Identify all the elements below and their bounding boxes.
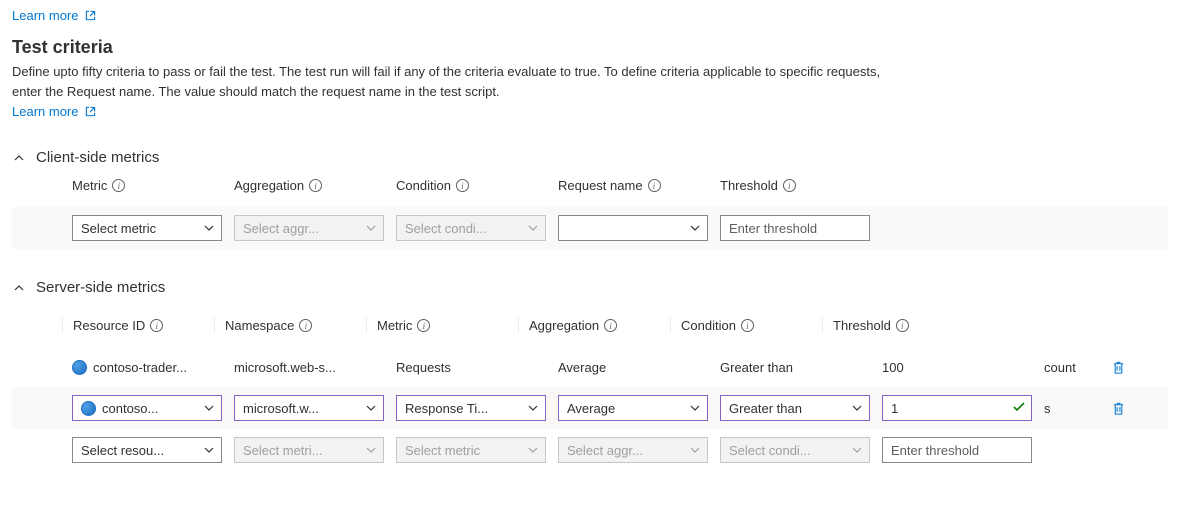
delete-button[interactable] (1111, 360, 1126, 375)
chevron-down-icon (203, 444, 215, 456)
info-icon[interactable]: i (896, 319, 909, 332)
resource-id-value: contoso-trader... (93, 360, 187, 375)
learn-more-link-top[interactable]: Learn more (12, 8, 96, 23)
namespace-select[interactable]: microsoft.w... (234, 395, 384, 421)
learn-more-label: Learn more (12, 8, 78, 23)
info-icon[interactable]: i (299, 319, 312, 332)
info-icon[interactable]: i (112, 179, 125, 192)
condition-value: Greater than (720, 360, 793, 375)
select-value: Select metric (81, 221, 156, 236)
aggregation-select[interactable]: Average (558, 395, 708, 421)
select-value: microsoft.w... (243, 401, 319, 416)
info-icon[interactable]: i (783, 179, 796, 192)
external-link-icon (85, 106, 96, 117)
resource-icon (81, 401, 96, 416)
info-icon[interactable]: i (741, 319, 754, 332)
select-placeholder: Select condi... (729, 443, 811, 458)
metric-value: Requests (396, 360, 451, 375)
select-value: Greater than (729, 401, 802, 416)
section-title: Server-side metrics (36, 279, 165, 296)
chevron-down-icon (851, 444, 863, 456)
namespace-value: microsoft.web-s... (234, 360, 336, 375)
chevron-down-icon (203, 222, 215, 234)
chevron-down-icon (689, 402, 701, 414)
chevron-down-icon (851, 402, 863, 414)
select-value: Average (567, 401, 615, 416)
col-header-aggregation: Aggregationi (234, 178, 322, 193)
info-icon[interactable]: i (309, 179, 322, 192)
resource-icon (72, 360, 87, 375)
metric-select[interactable]: Select metric (396, 437, 546, 463)
col-header-metric: Metrici (377, 318, 430, 333)
select-placeholder: Select condi... (405, 221, 487, 236)
page-title: Test criteria (12, 37, 1168, 58)
threshold-input[interactable] (720, 215, 870, 241)
learn-more-link-desc[interactable]: Learn more (12, 104, 96, 119)
col-header-metric: Metrici (72, 178, 125, 193)
namespace-select[interactable]: Select metri... (234, 437, 384, 463)
info-icon[interactable]: i (456, 179, 469, 192)
col-header-request-name: Request namei (558, 178, 661, 193)
select-value: contoso... (102, 401, 158, 416)
aggregation-value: Average (558, 360, 606, 375)
col-header-resource-id: Resource IDi (73, 318, 163, 333)
select-placeholder: Select metri... (243, 443, 322, 458)
chevron-up-icon (12, 151, 26, 165)
threshold-input[interactable] (882, 395, 1032, 421)
info-icon[interactable]: i (417, 319, 430, 332)
unit-value: s (1044, 401, 1051, 416)
condition-select[interactable]: Select condi... (396, 215, 546, 241)
col-header-condition: Conditioni (396, 178, 469, 193)
metric-select[interactable]: Select metric (72, 215, 222, 241)
col-header-namespace: Namespacei (225, 318, 312, 333)
unit-value: count (1044, 360, 1076, 375)
table-row: Select resou... Select metri... Select m… (12, 437, 1168, 463)
select-value: Response Ti... (405, 401, 488, 416)
client-metrics-toggle[interactable]: Client-side metrics (12, 149, 1168, 166)
table-row: contoso-trader... microsoft.web-s... Req… (12, 347, 1168, 387)
external-link-icon (85, 10, 96, 21)
col-header-aggregation: Aggregationi (529, 318, 617, 333)
condition-select[interactable]: Select condi... (720, 437, 870, 463)
section-title: Client-side metrics (36, 149, 159, 166)
select-placeholder: Select metric (405, 443, 480, 458)
chevron-down-icon (689, 444, 701, 456)
col-header-threshold: Thresholdi (720, 178, 796, 193)
select-placeholder: Select resou... (81, 443, 164, 458)
server-metrics-toggle[interactable]: Server-side metrics (12, 279, 1168, 296)
resource-select[interactable]: contoso... (72, 395, 222, 421)
threshold-value: 100 (882, 360, 904, 375)
chevron-down-icon (365, 402, 377, 414)
info-icon[interactable]: i (150, 319, 163, 332)
chevron-down-icon (689, 222, 701, 234)
condition-select[interactable]: Greater than (720, 395, 870, 421)
col-header-condition: Conditioni (681, 318, 754, 333)
aggregation-select[interactable]: Select aggr... (234, 215, 384, 241)
col-header-threshold: Thresholdi (833, 318, 909, 333)
chevron-down-icon (203, 402, 215, 414)
resource-select[interactable]: Select resou... (72, 437, 222, 463)
chevron-down-icon (527, 222, 539, 234)
table-row: contoso... microsoft.w... Response Ti...… (12, 387, 1168, 429)
select-placeholder: Select aggr... (567, 443, 643, 458)
metric-select[interactable]: Response Ti... (396, 395, 546, 421)
info-icon[interactable]: i (648, 179, 661, 192)
select-placeholder: Select aggr... (243, 221, 319, 236)
chevron-down-icon (527, 402, 539, 414)
aggregation-select[interactable]: Select aggr... (558, 437, 708, 463)
chevron-down-icon (365, 222, 377, 234)
request-name-select[interactable] (558, 215, 708, 241)
delete-button[interactable] (1111, 401, 1126, 416)
learn-more-label: Learn more (12, 104, 78, 119)
description-text: Define upto fifty criteria to pass or fa… (12, 62, 892, 102)
chevron-down-icon (527, 444, 539, 456)
info-icon[interactable]: i (604, 319, 617, 332)
chevron-down-icon (365, 444, 377, 456)
threshold-input[interactable] (882, 437, 1032, 463)
chevron-up-icon (12, 281, 26, 295)
